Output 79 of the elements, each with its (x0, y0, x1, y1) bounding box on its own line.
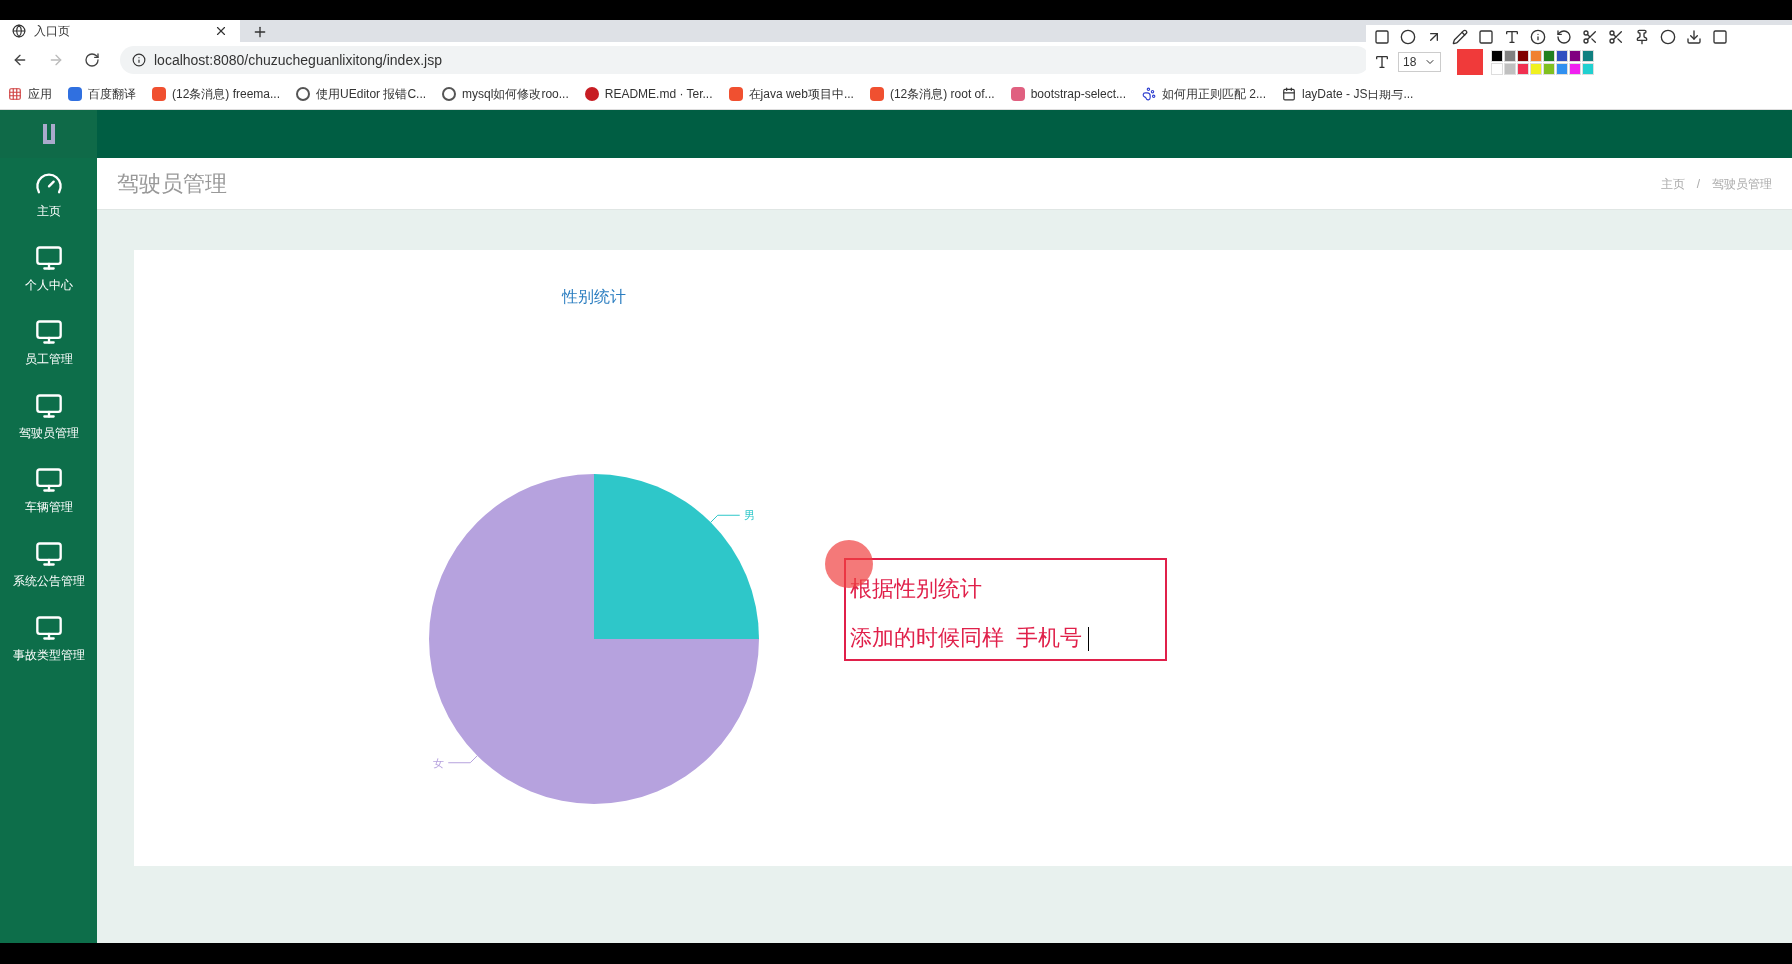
download-icon[interactable] (1686, 29, 1702, 45)
new-tab-icon[interactable] (252, 24, 268, 40)
bookmark-item[interactable]: 百度翻译 (68, 84, 136, 103)
c-logo-icon (152, 86, 166, 101)
bookmark-item[interactable]: 使用UEditor 报错C... (296, 84, 427, 103)
c-logo-icon (869, 86, 884, 101)
breadcrumb-separator: / (1696, 175, 1700, 193)
scissors-icon[interactable] (1608, 29, 1624, 45)
bookmark-item[interactable]: (12条消息) root of... (869, 84, 995, 103)
sidebar-item[interactable]: 驾驶员管理 (0, 380, 97, 454)
color-swatch[interactable] (1504, 62, 1517, 75)
monitor-icon (34, 318, 63, 346)
circle-icon[interactable] (1400, 29, 1416, 45)
sidebar-item[interactable]: 员工管理 (0, 306, 97, 380)
logo-icon (42, 124, 55, 144)
info-icon (132, 53, 146, 67)
chart-title: 性别统计 (562, 287, 626, 307)
undo-icon[interactable] (1556, 29, 1572, 45)
bookmark-item[interactable]: 在java web项目中... (728, 84, 854, 103)
bookmark-item[interactable]: bootstrap-select... (1010, 84, 1126, 103)
text-icon[interactable] (1504, 29, 1520, 45)
back-icon[interactable] (12, 52, 28, 68)
text-size-icon (1374, 54, 1390, 70)
reload-icon[interactable] (84, 52, 100, 68)
bookmark-item[interactable]: (12条消息) freema... (152, 84, 281, 103)
annotation-text: 添加的时候同样 手机号 (850, 621, 1161, 654)
pin-icon[interactable] (1634, 29, 1650, 45)
sidebar-item[interactable]: 车辆管理 (0, 454, 97, 528)
color-swatch[interactable] (1582, 62, 1595, 75)
globe-icon (12, 24, 26, 38)
paw-icon (1142, 86, 1156, 101)
color-swatch[interactable] (1569, 62, 1582, 75)
color-swatch[interactable] (1517, 49, 1530, 62)
leader-line (447, 755, 478, 764)
slice-label: 女 (433, 756, 445, 769)
color-swatch[interactable] (1569, 49, 1582, 62)
apps-icon (8, 86, 22, 101)
color-swatch[interactable] (1556, 62, 1569, 75)
current-color-swatch[interactable] (1457, 49, 1484, 75)
bookmark-item[interactable]: 应用 (8, 84, 52, 103)
leader-line (710, 514, 741, 523)
page-icon (1010, 86, 1025, 101)
slice-label: 男 (743, 509, 755, 522)
translate-icon (68, 86, 82, 101)
scissors-icon[interactable] (1582, 29, 1598, 45)
breadcrumb-item: 驾驶员管理 (1712, 175, 1772, 193)
color-swatch[interactable] (1504, 49, 1517, 62)
sidebar-item[interactable]: 个人中心 (0, 232, 97, 306)
color-swatch[interactable] (1556, 49, 1569, 62)
browser-tab[interactable]: 入口页 (0, 20, 240, 42)
calendar-icon (1282, 86, 1297, 101)
color-swatch[interactable] (1530, 49, 1543, 62)
color-swatch[interactable] (1530, 62, 1543, 75)
color-swatch[interactable] (1543, 62, 1556, 75)
g-logo-icon (584, 86, 599, 101)
sidebar-item[interactable]: 主页 (0, 158, 97, 232)
monitor-icon (34, 540, 63, 568)
close-icon[interactable] (214, 24, 228, 38)
c-logo-icon (728, 86, 743, 101)
annotation-text: 根据性别统计 (850, 575, 983, 603)
bookmark-item[interactable]: mysql如何修改roo... (442, 84, 569, 103)
color-swatch[interactable] (1517, 62, 1530, 75)
monitor-icon (34, 614, 63, 642)
sidebar-item[interactable]: 事故类型管理 (0, 602, 97, 676)
font-size-select[interactable]: 18 (1398, 52, 1442, 72)
color-swatch[interactable] (1543, 49, 1556, 62)
bookmark-item[interactable]: README.md · Ter... (584, 84, 713, 103)
monitor-icon (34, 392, 63, 420)
color-swatch[interactable] (1491, 62, 1504, 75)
sidebar-item[interactable]: 系统公告管理 (0, 528, 97, 602)
bookmark-item[interactable]: 如何用正则匹配 2... (1142, 84, 1267, 103)
page-title: 驾驶员管理 (117, 170, 227, 198)
pencil-icon[interactable] (1452, 29, 1468, 45)
color-swatch[interactable] (1491, 49, 1504, 62)
tab-title: 入口页 (34, 23, 71, 40)
color-swatch[interactable] (1582, 49, 1595, 62)
monitor-icon (34, 466, 63, 494)
monitor-icon (34, 244, 63, 272)
rectangle-icon[interactable] (1374, 29, 1390, 45)
